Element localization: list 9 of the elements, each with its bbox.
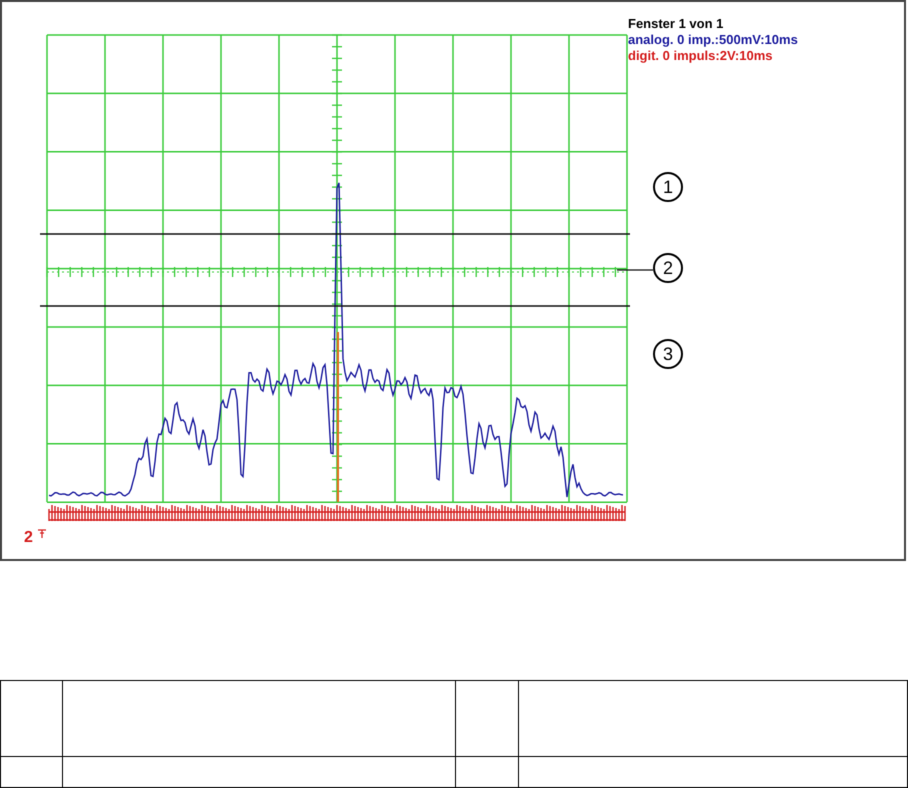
trigger-label: 2 [24, 528, 33, 548]
leader-line [617, 269, 653, 271]
channel-label: digit. 0 impuls:2V:10ms [628, 48, 774, 64]
channel-label: analog. 0 imp.:500mV:10ms [628, 32, 798, 48]
callout-number: 2 [653, 253, 683, 283]
window-title: Fenster 1 von 1 [628, 16, 724, 32]
callout-number: 3 [653, 339, 683, 369]
callout-number: 1 [653, 172, 683, 202]
trigger-icon [38, 529, 46, 538]
